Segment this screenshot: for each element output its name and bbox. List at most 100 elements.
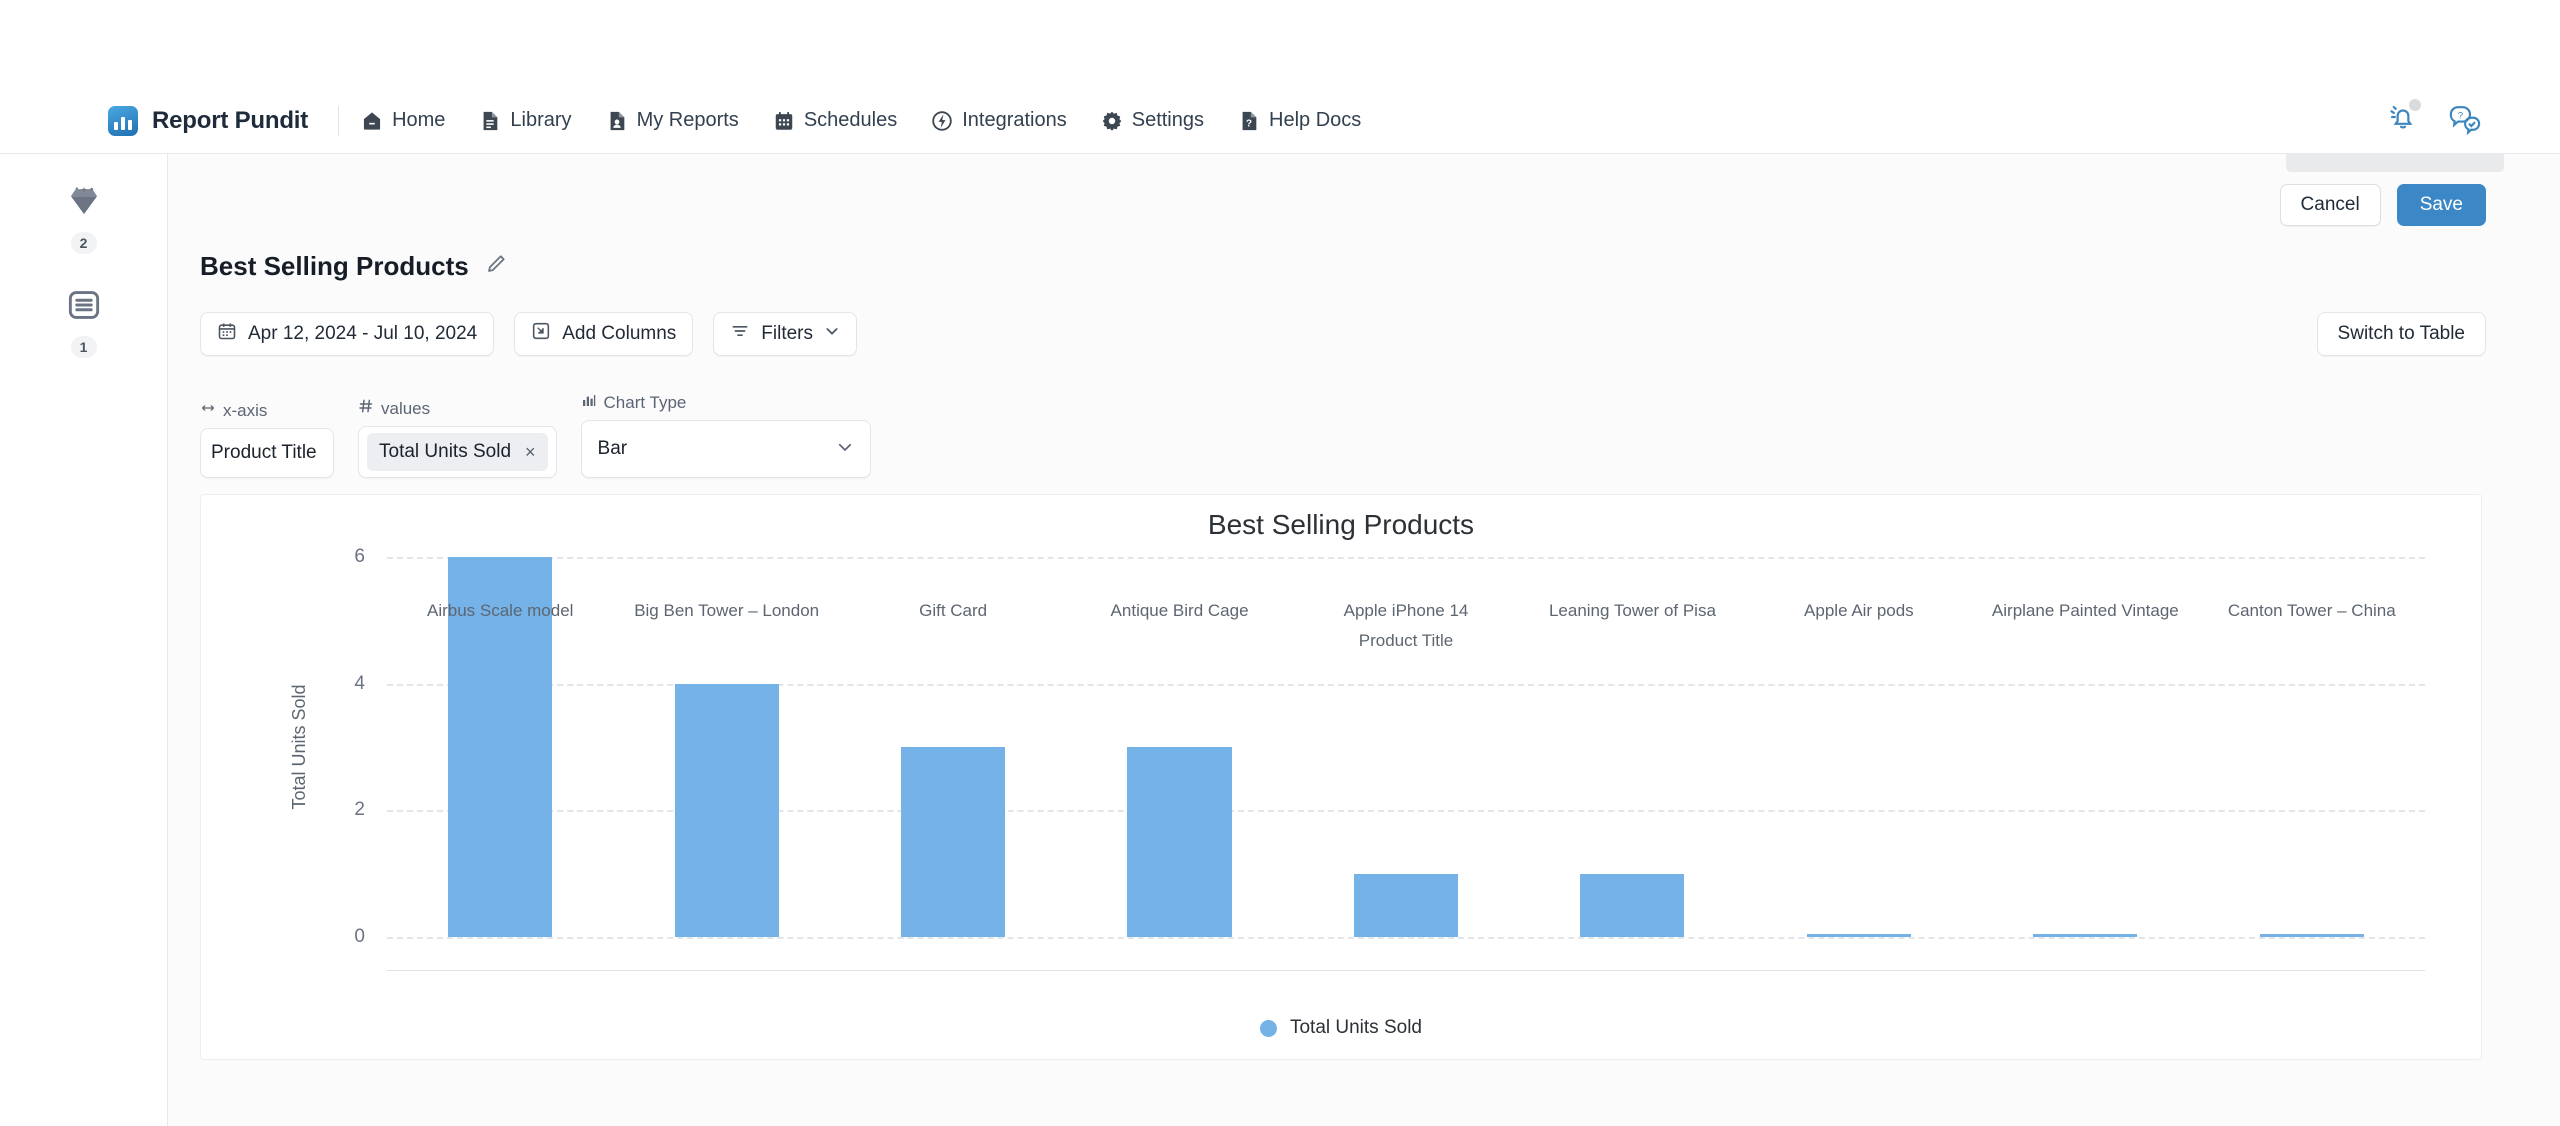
nav-label: Settings (1131, 109, 1204, 131)
nav-item-help-docs[interactable]: ? Help Docs (1238, 109, 1361, 132)
chevron-down-icon (836, 438, 854, 461)
legend-color-swatch (1259, 1019, 1277, 1037)
hash-icon (358, 398, 374, 419)
integrations-icon (931, 110, 953, 132)
schedules-icon (773, 110, 795, 132)
library-icon (479, 110, 501, 132)
save-button[interactable]: Save (2396, 184, 2486, 226)
chart-type-select[interactable]: Bar (580, 420, 871, 478)
add-columns-button[interactable]: Add Columns (514, 312, 694, 356)
switch-to-table-button[interactable]: Switch to Table (2316, 312, 2486, 356)
left-rail: 2 1 (0, 154, 168, 1126)
rail-item-upgrade[interactable]: 2 (65, 182, 103, 254)
nav-items: Home Library My Reports Schedules Integr (361, 109, 1361, 132)
pencil-icon[interactable] (485, 253, 507, 280)
calendar-icon (217, 321, 237, 347)
report-title-row: Best Selling Products (200, 251, 507, 282)
x-axis-label: x-axis (223, 400, 268, 420)
svg-text:?: ? (1246, 118, 1252, 129)
my-reports-icon (606, 110, 628, 132)
bar[interactable] (674, 683, 779, 937)
values-label: values (381, 398, 431, 418)
bar[interactable] (2259, 933, 2364, 937)
x-axis-tick-label: Canton Tower – China (2227, 601, 2396, 620)
nav-item-home[interactable]: Home (361, 109, 445, 132)
filter-icon (730, 321, 750, 347)
workspace: Cancel Save Best Selling Products Apr 12… (168, 154, 2560, 1126)
x-axis-tick-label: Antique Bird Cage (1110, 601, 1249, 620)
nav-item-schedules[interactable]: Schedules (773, 109, 897, 132)
nav-item-library[interactable]: Library (479, 109, 572, 132)
y-axis-tick-label: 4 (354, 672, 365, 694)
bar[interactable] (1353, 873, 1459, 937)
x-axis-tick-label: Leaning Tower of Pisa (1548, 601, 1716, 620)
bar[interactable] (1806, 933, 1911, 937)
filters-button[interactable]: Filters (713, 312, 858, 356)
x-axis-select[interactable]: Product Title (200, 428, 334, 478)
home-icon (361, 110, 383, 132)
brand-name: Report Pundit (152, 106, 309, 134)
chart-legend: Total Units Sold (201, 1017, 2481, 1039)
date-range-button[interactable]: Apr 12, 2024 - Jul 10, 2024 (200, 312, 495, 356)
x-axis-line (387, 970, 2425, 971)
x-axis-label: Product Title (1358, 631, 1454, 650)
x-axis-tick-label: Gift Card (919, 601, 988, 620)
close-icon[interactable]: × (525, 443, 536, 461)
report-pundit-logo-icon (108, 105, 138, 136)
chart-icon (581, 392, 597, 413)
nav-label: Home (392, 109, 446, 131)
help-docs-icon: ? (1238, 110, 1260, 132)
chat-help-icon[interactable]: ? (2446, 101, 2482, 140)
chart-title: Best Selling Products (1207, 509, 1475, 540)
values-field-label-row: values (358, 398, 557, 419)
report-action-buttons: Cancel Save (2279, 184, 2486, 226)
gridline (387, 937, 2425, 939)
y-axis-tick-label: 2 (354, 799, 365, 821)
y-axis-tick-label: 0 (354, 926, 365, 947)
values-token-label: Total Units Sold (379, 441, 512, 462)
topnav-right-actions: ? (2386, 99, 2482, 140)
brand[interactable]: Report Pundit (108, 105, 309, 136)
add-columns-icon (531, 321, 551, 347)
nav-label: Schedules (803, 109, 898, 131)
top-navigation-bar: Report Pundit Home Library My Reports Sc… (0, 88, 2560, 154)
nav-label: My Reports (636, 109, 739, 131)
chart-type-label-row: Chart Type (581, 392, 871, 413)
x-axis-value: Product Title (211, 442, 317, 463)
nav-item-integrations[interactable]: Integrations (931, 109, 1067, 132)
chart-card: Best Selling Products Total Units Sold 0… (200, 494, 2482, 1060)
bar[interactable] (2033, 933, 2138, 937)
bell-icon[interactable] (2386, 99, 2421, 140)
diamond-icon (65, 182, 103, 225)
values-token[interactable]: Total Units Sold × (367, 433, 548, 471)
nav-label: Library (510, 109, 572, 131)
values-field: values Total Units Sold × (358, 398, 557, 478)
gear-icon (1101, 110, 1123, 132)
nav-item-settings[interactable]: Settings (1101, 109, 1204, 132)
report-controls-row: Apr 12, 2024 - Jul 10, 2024 Add Columns … (200, 312, 858, 356)
bar[interactable] (901, 747, 1006, 937)
rail-item-list[interactable]: 1 (65, 286, 103, 358)
filters-label: Filters (761, 323, 814, 344)
arrows-horizontal-icon (200, 400, 216, 421)
y-axis-tick-label: 6 (354, 546, 365, 567)
cancel-button[interactable]: Cancel (2279, 184, 2381, 226)
nav-divider (338, 105, 340, 136)
bar[interactable] (1127, 747, 1232, 937)
x-axis-tick-label: Apple iPhone 14 (1343, 601, 1469, 620)
chevron-down-icon (824, 323, 840, 345)
nav-label: Integrations (962, 109, 1067, 131)
legend-label: Total Units Sold (1289, 1017, 1422, 1038)
rail-badge: 2 (70, 232, 97, 254)
collapsed-panel-strip (2286, 154, 2504, 172)
x-axis-field-label-row: x-axis (200, 400, 334, 421)
nav-label: Help Docs (1269, 109, 1362, 131)
bar[interactable] (1580, 873, 1685, 937)
x-axis-tick-label: Apple Air pods (1804, 601, 1914, 620)
values-select[interactable]: Total Units Sold × (358, 426, 557, 478)
chart-field-selectors: x-axis Product Title values Total Units … (200, 392, 871, 478)
chart-plot-area: Total Units Sold 0 2 4 6 Airbus Scale model… (289, 546, 2425, 971)
date-range-label: Apr 12, 2024 - Jul 10, 2024 (248, 323, 478, 344)
x-axis-tick-label: Airplane Painted Vintage (1991, 601, 2179, 620)
nav-item-my-reports[interactable]: My Reports (606, 109, 739, 132)
